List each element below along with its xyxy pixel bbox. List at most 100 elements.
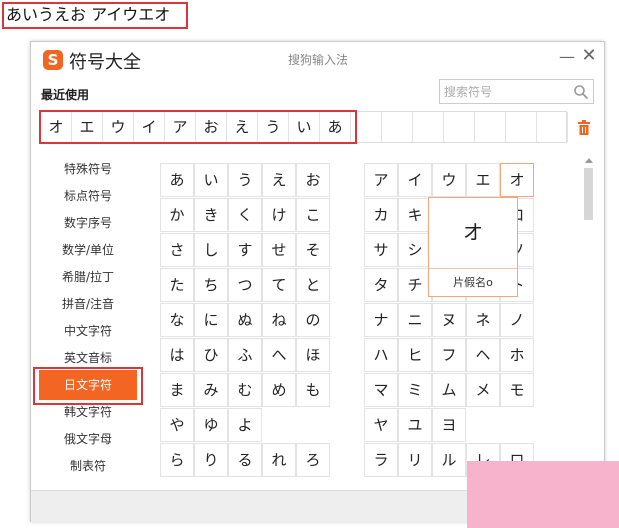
symbol-cell[interactable]: ア <box>364 163 398 197</box>
recent-symbol-cell[interactable]: ウ <box>103 112 134 142</box>
symbol-cell[interactable]: ふ <box>228 338 262 372</box>
recent-symbol-cell[interactable] <box>444 112 475 142</box>
symbol-cell[interactable]: サ <box>364 233 398 267</box>
symbol-cell[interactable]: カ <box>364 198 398 232</box>
recent-symbol-cell[interactable] <box>413 112 444 142</box>
symbol-cell[interactable]: お <box>296 163 330 197</box>
symbol-cell[interactable]: こ <box>296 198 330 232</box>
symbol-cell[interactable]: ち <box>194 268 228 302</box>
symbol-cell[interactable]: ゆ <box>194 408 228 442</box>
symbol-cell[interactable]: え <box>262 163 296 197</box>
symbol-cell[interactable]: エ <box>466 163 500 197</box>
sidebar-item[interactable]: 日文字符 <box>39 370 137 400</box>
symbol-cell[interactable]: し <box>194 233 228 267</box>
close-button[interactable]: ✕ <box>581 45 597 67</box>
sidebar-item[interactable]: 数学/单位 <box>31 237 145 263</box>
symbol-cell[interactable]: さ <box>160 233 194 267</box>
symbol-cell[interactable]: ノ <box>500 303 534 337</box>
symbol-cell[interactable]: シ <box>398 233 432 267</box>
symbol-cell[interactable]: オ <box>500 163 534 197</box>
symbol-cell[interactable]: れ <box>262 443 296 477</box>
recent-symbol-cell[interactable]: う <box>258 112 289 142</box>
recent-symbol-cell[interactable]: お <box>196 112 227 142</box>
sidebar-item[interactable]: 标点符号 <box>31 183 145 209</box>
symbol-cell[interactable]: て <box>262 268 296 302</box>
symbol-cell[interactable]: フ <box>432 338 466 372</box>
symbol-cell[interactable]: ぬ <box>228 303 262 337</box>
symbol-cell[interactable]: く <box>228 198 262 232</box>
recent-symbol-cell[interactable]: オ <box>41 112 72 142</box>
symbol-cell[interactable]: ヤ <box>364 408 398 442</box>
symbol-cell[interactable]: モ <box>500 373 534 407</box>
search-input[interactable] <box>444 82 569 101</box>
recent-symbol-cell[interactable]: エ <box>72 112 103 142</box>
scroll-thumb[interactable] <box>584 168 593 220</box>
symbol-cell[interactable]: ヒ <box>398 338 432 372</box>
symbol-cell[interactable]: ウ <box>432 163 466 197</box>
recent-symbol-cell[interactable]: イ <box>134 112 165 142</box>
symbol-cell[interactable]: よ <box>228 408 262 442</box>
symbol-cell[interactable]: ル <box>432 443 466 477</box>
symbol-cell[interactable]: け <box>262 198 296 232</box>
symbol-cell[interactable]: き <box>194 198 228 232</box>
recent-symbol-cell[interactable] <box>351 112 382 142</box>
symbol-cell[interactable]: ホ <box>500 338 534 372</box>
symbol-cell[interactable]: リ <box>398 443 432 477</box>
symbol-cell[interactable]: ハ <box>364 338 398 372</box>
recent-symbol-cell[interactable]: い <box>289 112 320 142</box>
sidebar-item[interactable]: 制表符 <box>31 453 145 479</box>
symbol-cell[interactable]: ね <box>262 303 296 337</box>
symbol-cell[interactable]: タ <box>364 268 398 302</box>
symbol-cell[interactable]: マ <box>364 373 398 407</box>
symbol-cell[interactable]: す <box>228 233 262 267</box>
symbol-cell[interactable]: や <box>160 408 194 442</box>
recent-symbol-cell[interactable]: え <box>227 112 258 142</box>
symbol-cell[interactable]: あ <box>160 163 194 197</box>
symbol-cell[interactable]: ろ <box>296 443 330 477</box>
symbol-cell[interactable]: は <box>160 338 194 372</box>
minimize-button[interactable]: — <box>559 46 575 68</box>
sidebar-item[interactable]: 英文音标 <box>31 345 145 371</box>
symbol-cell[interactable]: な <box>160 303 194 337</box>
symbol-cell[interactable]: に <box>194 303 228 337</box>
symbol-cell[interactable]: ラ <box>364 443 398 477</box>
sidebar-item[interactable]: 韩文字符 <box>31 399 145 425</box>
symbol-cell[interactable]: ム <box>432 373 466 407</box>
symbol-cell[interactable]: ネ <box>466 303 500 337</box>
recent-symbol-cell[interactable]: あ <box>320 112 351 142</box>
symbol-cell[interactable]: チ <box>398 268 432 302</box>
symbol-cell[interactable]: へ <box>262 338 296 372</box>
symbol-cell[interactable]: め <box>262 373 296 407</box>
symbol-cell[interactable]: い <box>194 163 228 197</box>
title-bar[interactable]: S 符号大全 搜狗输入法 — ✕ <box>31 42 604 78</box>
symbol-cell[interactable]: ナ <box>364 303 398 337</box>
symbol-cell[interactable]: み <box>194 373 228 407</box>
symbol-cell[interactable]: ユ <box>398 408 432 442</box>
symbol-cell[interactable]: た <box>160 268 194 302</box>
symbol-cell[interactable]: つ <box>228 268 262 302</box>
symbol-cell[interactable]: ま <box>160 373 194 407</box>
sidebar-item[interactable]: 俄文字母 <box>31 426 145 452</box>
symbol-cell[interactable]: ら <box>160 443 194 477</box>
recent-symbol-cell[interactable]: ア <box>165 112 196 142</box>
sidebar-item[interactable]: 希腊/拉丁 <box>31 264 145 290</box>
scroll-up-icon[interactable] <box>585 158 593 163</box>
symbol-cell[interactable]: ヘ <box>466 338 500 372</box>
scrollbar[interactable] <box>583 158 595 490</box>
recent-symbol-cell[interactable] <box>506 112 537 142</box>
symbol-cell[interactable]: ひ <box>194 338 228 372</box>
symbol-cell[interactable]: ミ <box>398 373 432 407</box>
symbol-cell[interactable]: そ <box>296 233 330 267</box>
symbol-cell[interactable]: ヨ <box>432 408 466 442</box>
symbol-cell[interactable]: キ <box>398 198 432 232</box>
sidebar-item[interactable]: 中文字符 <box>31 318 145 344</box>
recent-symbol-cell[interactable] <box>537 112 568 142</box>
symbol-cell[interactable]: も <box>296 373 330 407</box>
recent-symbol-cell[interactable] <box>475 112 506 142</box>
trash-icon[interactable] <box>577 120 591 136</box>
symbol-cell[interactable]: の <box>296 303 330 337</box>
sidebar-item[interactable]: 拼音/注音 <box>31 291 145 317</box>
sidebar-item[interactable]: 特殊符号 <box>31 156 145 182</box>
symbol-cell[interactable]: む <box>228 373 262 407</box>
search-box[interactable] <box>439 79 594 104</box>
